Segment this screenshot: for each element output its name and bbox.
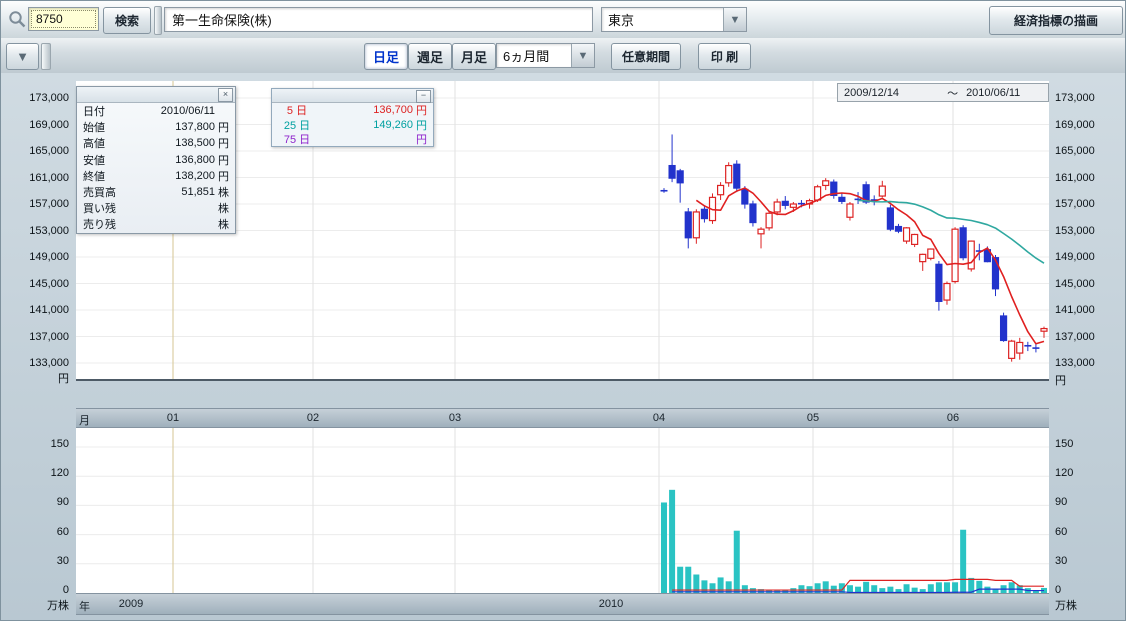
minimize-icon[interactable]: − xyxy=(416,90,431,103)
info-row-high: 高値 138,500 円 xyxy=(77,135,235,151)
search-button[interactable]: 検索 xyxy=(103,7,151,34)
legend-row-ma5: 5 日 136,700 円 xyxy=(272,103,433,118)
legend-row-ma25: 25 日 149,260 円 xyxy=(272,118,433,133)
market-select-value: 東京 xyxy=(608,10,634,29)
toolbar-row2: ▼ 日足 週足 月足 6ヵ月間 ▼ 任意期間 印 刷 移動平均線 一目均衡表 価… xyxy=(1,38,1125,74)
chevron-down-icon: ▼ xyxy=(730,14,741,26)
year-axis-bar: 年 2009 2010 xyxy=(76,593,1049,615)
date-range-from: 2009/12/14 xyxy=(844,87,899,99)
month-axis-bar: 月 01 02 03 04 05 06 xyxy=(76,408,1049,428)
toolbar-row1: 8750 検索 第一生命保険(株) 東京 ▼ 経済指標の描画 xyxy=(1,1,1125,39)
economic-indicator-label: 経済指標の描画 xyxy=(1014,12,1098,29)
volume-chart xyxy=(76,428,1049,593)
tab-weekly[interactable]: 週足 xyxy=(408,43,452,70)
month-axis-label: 01 xyxy=(167,412,179,424)
ma-legend-box[interactable]: − 5 日 136,700 円 25 日 149,260 円 75 日 円 xyxy=(271,88,434,147)
stock-code-input[interactable]: 8750 xyxy=(28,7,99,31)
month-axis-label: 02 xyxy=(307,412,319,424)
tab-daily[interactable]: 日足 xyxy=(364,43,408,70)
close-icon[interactable]: × xyxy=(218,88,233,102)
tab-monthly-label: 月足 xyxy=(461,47,487,66)
date-range-box: 2009/12/14 ～ 2010/06/11 xyxy=(837,83,1049,102)
tab-daily-label: 日足 xyxy=(373,47,399,66)
tab-monthly[interactable]: 月足 xyxy=(452,43,496,70)
search-button-label: 検索 xyxy=(115,12,139,29)
month-axis-title: 月 xyxy=(79,412,90,428)
month-axis-label: 06 xyxy=(947,412,959,424)
volume-plot[interactable] xyxy=(76,428,1049,593)
custom-range-label: 任意期間 xyxy=(622,48,670,65)
info-row-date: 日付 2010/06/11 xyxy=(77,103,235,119)
info-row-margin-sell: 売り残 株 xyxy=(77,216,235,232)
print-label: 印 刷 xyxy=(711,48,738,65)
market-select-dropdown-icon[interactable]: ▼ xyxy=(723,8,746,31)
info-row-open: 始値 137,800 円 xyxy=(77,119,235,135)
legend-row-ma75: 75 日 円 xyxy=(272,132,433,147)
month-axis-label: 04 xyxy=(653,412,665,424)
print-button[interactable]: 印 刷 xyxy=(698,43,751,70)
market-select[interactable]: 東京 ▼ xyxy=(601,7,747,32)
year-axis-label: 2010 xyxy=(599,598,623,610)
panel-splitter[interactable] xyxy=(41,43,51,70)
quote-info-header[interactable]: × xyxy=(77,87,235,103)
stock-name-value: 第一生命保険(株) xyxy=(172,10,272,29)
period-select-value: 6ヵ月間 xyxy=(503,46,549,65)
year-axis-label: 2009 xyxy=(119,598,143,610)
info-row-close: 終値 138,200 円 xyxy=(77,168,235,184)
quote-info-box[interactable]: × 日付 2010/06/11 始値 137,800 円 高値 138,500 … xyxy=(76,86,236,234)
stock-chart-app: 8750 検索 第一生命保険(株) 東京 ▼ 経済指標の描画 ▼ 日足 週足 xyxy=(0,0,1126,621)
info-row-low: 安値 136,800 円 xyxy=(77,152,235,168)
chevron-down-icon: ▼ xyxy=(578,50,589,62)
custom-range-button[interactable]: 任意期間 xyxy=(611,43,681,70)
ma-legend-header[interactable]: − xyxy=(272,89,433,103)
period-select-dropdown-icon[interactable]: ▼ xyxy=(571,44,594,67)
date-range-to: 2010/06/11 xyxy=(966,87,1020,99)
stock-name-field[interactable]: 第一生命保険(株) xyxy=(164,7,593,32)
economic-indicator-button[interactable]: 経済指標の描画 xyxy=(989,6,1123,35)
search-icon xyxy=(8,10,27,29)
year-axis-title: 年 xyxy=(79,598,90,614)
chevron-down-icon: ▼ xyxy=(16,49,29,64)
toolbar-splitter[interactable] xyxy=(154,6,162,35)
period-select[interactable]: 6ヵ月間 ▼ xyxy=(496,43,595,68)
month-axis-label: 05 xyxy=(807,412,819,424)
info-row-volume: 売買高 51,851 株 xyxy=(77,184,235,200)
tab-weekly-label: 週足 xyxy=(417,47,443,66)
date-range-tilde: ～ xyxy=(947,85,958,101)
stock-code-value: 8750 xyxy=(36,12,63,26)
info-row-margin-buy: 買い残 株 xyxy=(77,200,235,216)
panel-collapse-button[interactable]: ▼ xyxy=(6,43,39,70)
month-axis-label: 03 xyxy=(449,412,461,424)
